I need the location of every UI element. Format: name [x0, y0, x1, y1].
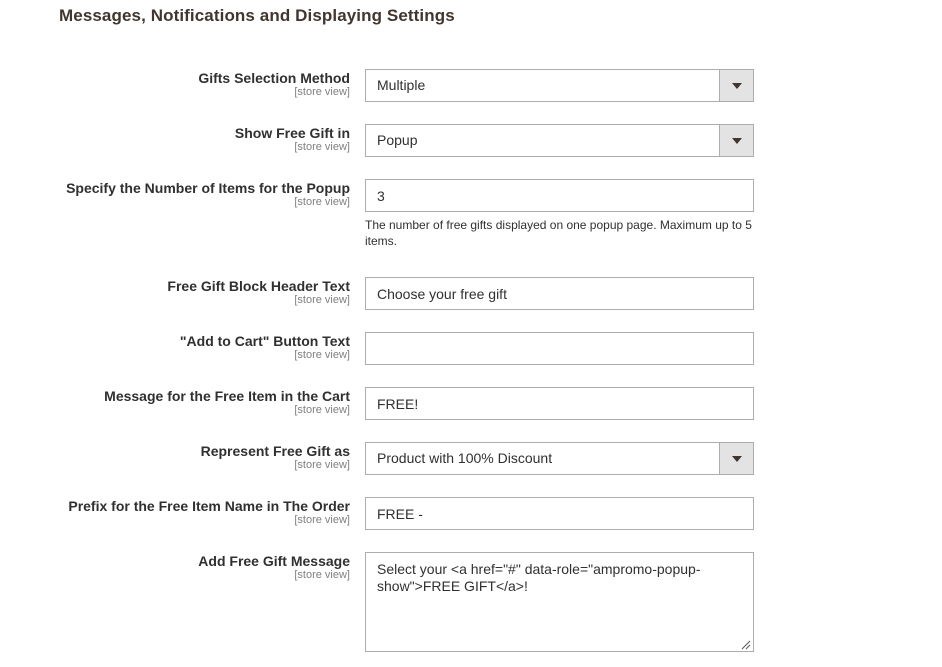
- dropdown-toggle[interactable]: [719, 443, 753, 474]
- field-label-group: Add Free Gift Message [store view]: [198, 553, 350, 582]
- free-item-cart-message-label: Message for the Free Item in the Cart: [104, 388, 350, 404]
- field-label-group: Represent Free Gift as [store view]: [201, 443, 350, 472]
- field-label-group: Gifts Selection Method [store view]: [198, 70, 350, 99]
- scope-label: [store view]: [294, 459, 350, 471]
- scope-label: [store view]: [294, 514, 350, 526]
- popup-items-number-label: Specify the Number of Items for the Popu…: [66, 180, 350, 196]
- scope-label: [store view]: [294, 404, 350, 416]
- field-label-group: Specify the Number of Items for the Popu…: [66, 180, 350, 209]
- add-free-gift-message-textarea[interactable]: Select your <a href="#" data-role="ampro…: [365, 552, 754, 652]
- scope-label: [store view]: [294, 86, 350, 98]
- chevron-down-icon: [732, 138, 742, 144]
- block-header-text-input[interactable]: [365, 277, 754, 310]
- represent-free-gift-as-label: Represent Free Gift as: [200, 443, 350, 459]
- scope-label: [store view]: [294, 349, 350, 361]
- field-note: The number of free gifts displayed on on…: [365, 218, 752, 248]
- resize-grip-icon[interactable]: [741, 640, 751, 650]
- selected-value: Product with 100% Discount: [377, 450, 553, 466]
- chevron-down-icon: [732, 83, 742, 89]
- gifts-selection-method-label: Gifts Selection Method: [198, 70, 350, 86]
- add-to-cart-text-label: "Add to Cart" Button Text: [179, 333, 350, 349]
- field-label-group: Prefix for the Free Item Name in The Ord…: [68, 498, 350, 527]
- field-label-group: Free Gift Block Header Text [store view]: [167, 278, 350, 307]
- field-label-group: Message for the Free Item in the Cart [s…: [104, 388, 350, 417]
- show-free-gift-in-select[interactable]: Popup: [365, 124, 754, 157]
- add-to-cart-text-input[interactable]: [365, 332, 754, 365]
- scope-label: [store view]: [294, 569, 350, 581]
- scope-label: [store view]: [294, 141, 350, 153]
- chevron-down-icon: [732, 456, 742, 462]
- popup-items-number-input[interactable]: [365, 179, 754, 212]
- field-label-group: Show Free Gift in [store view]: [235, 125, 350, 154]
- block-header-text-label: Free Gift Block Header Text: [167, 278, 350, 294]
- dropdown-toggle[interactable]: [719, 70, 753, 101]
- selected-value: Multiple: [377, 77, 426, 93]
- dropdown-toggle[interactable]: [719, 125, 753, 156]
- field-label-group: "Add to Cart" Button Text [store view]: [180, 333, 350, 362]
- gifts-selection-method-select[interactable]: Multiple: [365, 69, 754, 102]
- scope-label: [store view]: [294, 294, 350, 306]
- selected-value: Popup: [377, 132, 418, 148]
- show-free-gift-in-label: Show Free Gift in: [234, 125, 350, 141]
- free-item-name-prefix-input[interactable]: [365, 497, 754, 530]
- represent-free-gift-as-select[interactable]: Product with 100% Discount: [365, 442, 754, 475]
- add-free-gift-message-label: Add Free Gift Message: [198, 553, 350, 569]
- scope-label: [store view]: [294, 196, 350, 208]
- section-title: Messages, Notifications and Displaying S…: [59, 6, 455, 25]
- free-item-name-prefix-label: Prefix for the Free Item Name in The Ord…: [68, 498, 350, 514]
- free-item-cart-message-input[interactable]: [365, 387, 754, 420]
